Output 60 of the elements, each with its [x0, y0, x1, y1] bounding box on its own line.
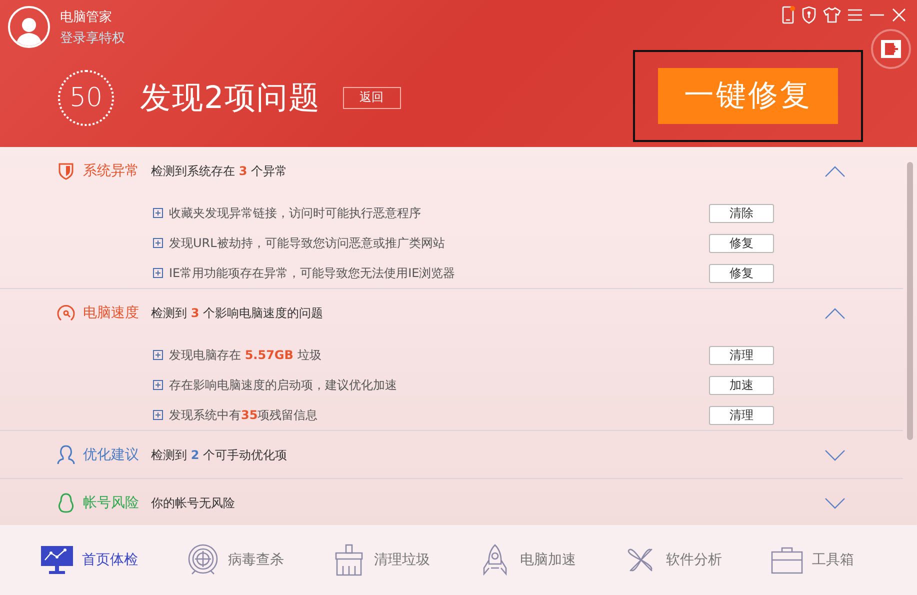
nav-tab[interactable]: 清理垃圾: [332, 525, 478, 595]
expand-icon[interactable]: [153, 380, 163, 390]
action-button[interactable]: 清理: [709, 406, 774, 424]
penguin-icon: [57, 493, 75, 513]
person-icon: [57, 445, 75, 465]
chevron-up-icon[interactable]: [825, 308, 845, 318]
app-name: 电脑管家: [60, 9, 113, 26]
monitor-icon: [40, 545, 74, 575]
nav-tab[interactable]: 首页体检: [40, 525, 186, 595]
section-summary: 检测到 2 个可手动优化项: [151, 446, 288, 464]
section-title: 优化建议: [83, 446, 139, 464]
section-title: 电脑速度: [83, 304, 139, 322]
toolbox-icon: [771, 546, 803, 574]
phone-icon[interactable]: [781, 6, 795, 24]
action-button[interactable]: 清除: [709, 204, 774, 222]
section-summary: 检测到系统存在 3 个异常: [151, 162, 288, 180]
expand-icon[interactable]: [153, 350, 163, 360]
issue-text: IE常用功能项存在异常，可能导致您无法使用IE浏览器: [169, 264, 456, 282]
shield-icon[interactable]: [801, 6, 817, 24]
nav-tab[interactable]: 电脑加速: [478, 525, 624, 595]
action-button[interactable]: 修复: [709, 264, 774, 282]
issue-text: 发现URL被劫持，可能导致您访问恶意或推广类网站: [169, 234, 446, 252]
fix-button[interactable]: 一键修复: [658, 68, 838, 124]
exit-icon: [881, 40, 901, 58]
section-title: 系统异常: [83, 162, 139, 180]
section-summary: 检测到 3 个影响电脑速度的问题: [151, 304, 324, 322]
nav-tab[interactable]: 病毒查杀: [186, 525, 332, 595]
result-title: 发现2项问题: [140, 78, 321, 118]
issue-text: 收藏夹发现异常链接，访问时可能执行恶意程序: [169, 204, 422, 222]
nav-tab[interactable]: 工具箱: [770, 525, 916, 595]
shield-icon: [58, 162, 74, 180]
target-icon: [187, 544, 219, 576]
login-link[interactable]: 登录享特权: [60, 29, 125, 47]
section-summary: 你的帐号无风险: [151, 494, 235, 512]
issue-text: 发现系统中有35项残留信息: [169, 406, 319, 424]
issue-text: 发现电脑存在 5.57GB 垃圾: [169, 346, 322, 364]
nav-tab[interactable]: 软件分析: [624, 525, 770, 595]
broom-icon: [334, 544, 364, 576]
action-button[interactable]: 修复: [709, 234, 774, 252]
expand-icon[interactable]: [153, 208, 163, 218]
avatar[interactable]: [8, 6, 50, 48]
section-title: 帐号风险: [83, 494, 139, 512]
chevron-up-icon[interactable]: [825, 166, 845, 176]
menu-icon[interactable]: [847, 7, 863, 23]
back-button[interactable]: 返回: [342, 86, 401, 108]
gauge-icon: [56, 303, 76, 323]
chevron-down-icon[interactable]: [825, 498, 845, 508]
chevron-down-icon[interactable]: [825, 450, 845, 460]
expand-icon[interactable]: [153, 238, 163, 248]
scrollbar-thumb[interactable]: [907, 162, 913, 440]
expand-icon[interactable]: [153, 268, 163, 278]
action-button[interactable]: 加速: [709, 376, 774, 394]
score-badge: 50: [58, 70, 114, 126]
issue-text: 存在影响电脑速度的启动项，建议优化加速: [169, 376, 398, 394]
shirt-icon[interactable]: [823, 6, 841, 24]
action-button[interactable]: 清理: [709, 346, 774, 364]
close-icon[interactable]: [891, 7, 907, 23]
rocket-icon: [482, 544, 508, 576]
expand-icon[interactable]: [153, 410, 163, 420]
side-button[interactable]: [871, 29, 911, 69]
